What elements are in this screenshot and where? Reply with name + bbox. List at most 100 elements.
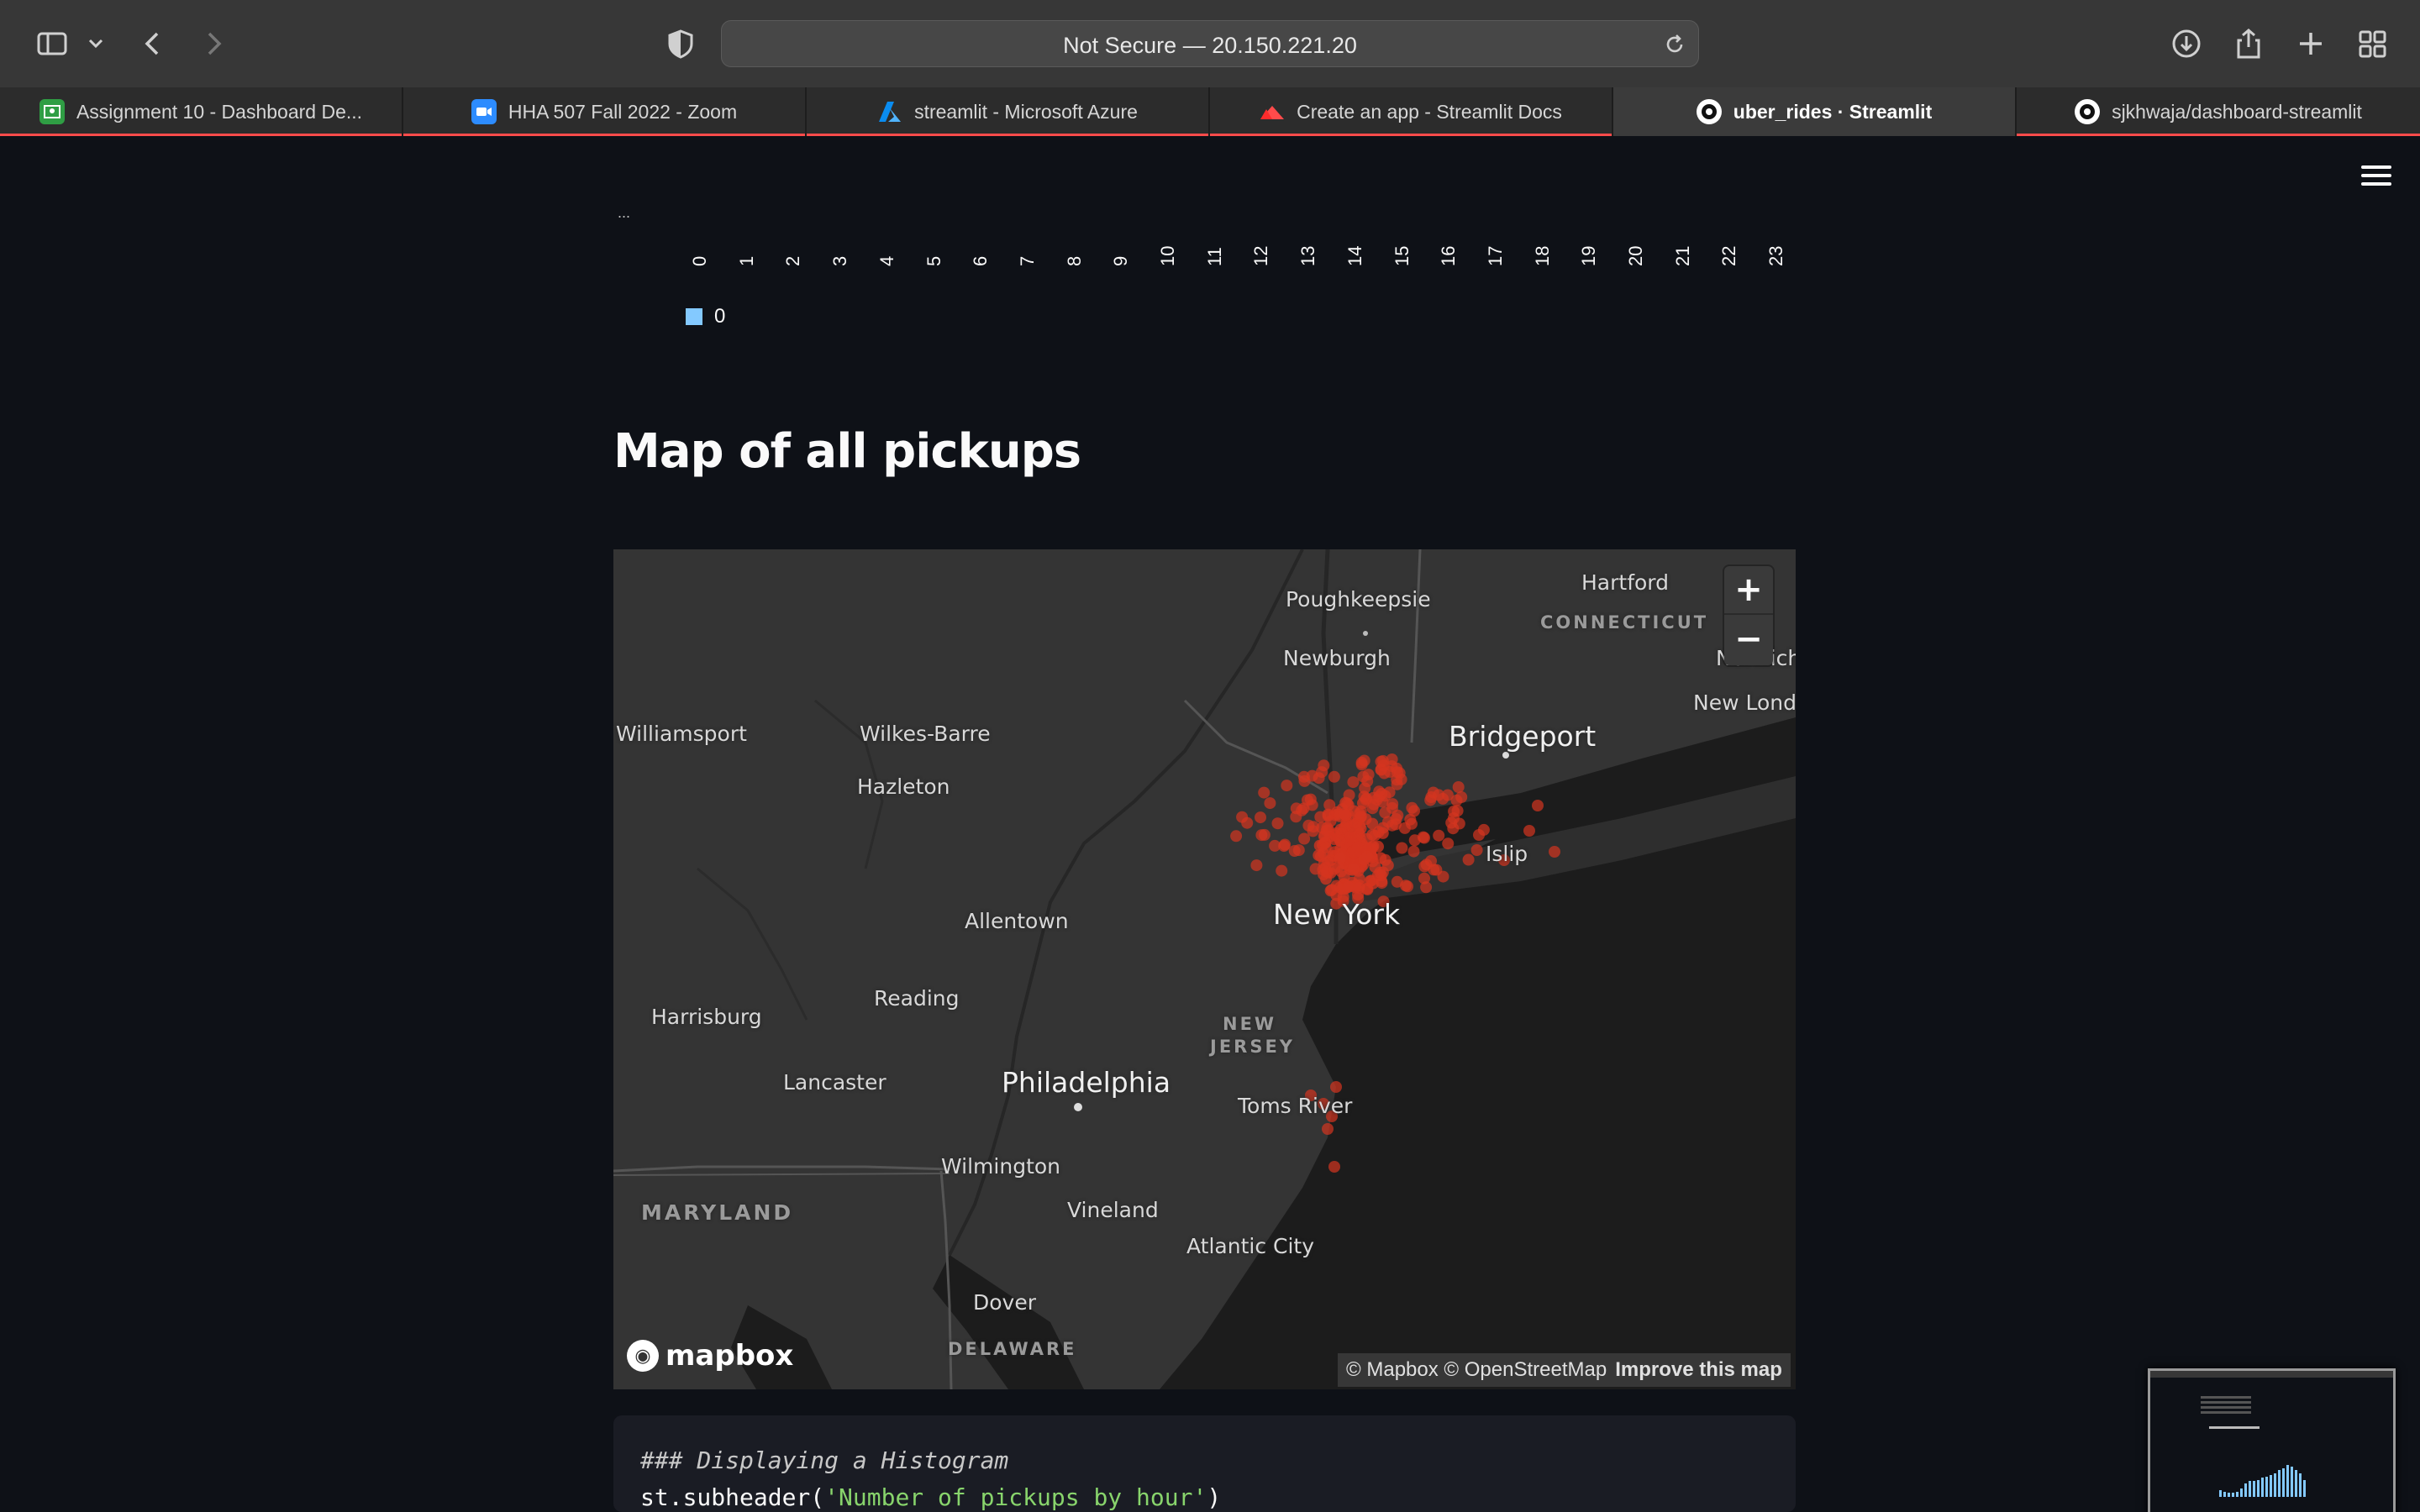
place-hazleton: Hazleton	[857, 774, 950, 799]
place-bridgeport: Bridgeport	[1449, 720, 1597, 753]
chart-legend: 0	[686, 305, 725, 328]
pickup-point	[1364, 875, 1376, 887]
mapbox-logo-icon: ◉	[627, 1340, 659, 1372]
pickup-point	[1367, 798, 1380, 811]
tab-assignment[interactable]: Assignment 10 - Dashboard De...	[0, 87, 403, 136]
pickup-points-layer	[1230, 753, 1560, 1173]
x-tick-label: 6	[970, 255, 992, 266]
pickup-point	[1281, 780, 1293, 792]
pickup-point	[1379, 853, 1392, 866]
pickup-point	[1328, 1161, 1340, 1173]
tab-streamlit-docs[interactable]: Create an app - Streamlit Docs	[1210, 87, 1613, 136]
pickup-point	[1395, 773, 1407, 785]
pickup-point	[1347, 776, 1360, 789]
reload-icon[interactable]	[1661, 31, 1688, 58]
place-williamsport: Williamsport	[616, 722, 747, 746]
place-vineland: Vineland	[1067, 1198, 1159, 1222]
downloads-icon[interactable]	[2168, 25, 2205, 62]
code-string: 'Number of pickups by hour'	[824, 1483, 1207, 1511]
x-tick-label: 17	[1484, 245, 1506, 266]
pickup-point	[1351, 841, 1364, 853]
place-allentown: Allentown	[965, 909, 1069, 933]
pickup-point	[1230, 830, 1243, 843]
x-tick-label: 19	[1578, 245, 1600, 266]
address-bar[interactable]: Not Secure — 20.150.221.20	[721, 20, 1699, 67]
x-tick-label: 2	[782, 255, 804, 266]
place-hartford: Hartford	[1581, 570, 1670, 595]
map-zoom-control: + −	[1724, 566, 1773, 665]
pickup-point	[1390, 813, 1402, 825]
pickup-point	[1298, 832, 1311, 845]
url-text: Not Secure — 20.150.221.20	[1063, 33, 1357, 58]
x-tick-label: 1	[735, 255, 757, 266]
place-poughkeepsie: Poughkeepsie	[1286, 587, 1431, 612]
pickup-point	[1338, 807, 1350, 820]
attribution-text[interactable]: © Mapbox © OpenStreetMap	[1346, 1358, 1607, 1382]
pickup-point	[1241, 816, 1254, 829]
pickup-point	[1290, 802, 1302, 815]
share-icon[interactable]	[2230, 25, 2267, 62]
pickup-point	[1361, 850, 1373, 863]
sidebar-toggle-icon[interactable]	[34, 25, 71, 62]
place-maryland: MARYLAND	[641, 1200, 794, 1225]
place-delaware: DELAWARE	[948, 1339, 1077, 1359]
privacy-shield-icon[interactable]	[662, 25, 699, 62]
new-tab-icon[interactable]	[2292, 25, 2329, 62]
pickup-point	[1353, 882, 1365, 894]
github-icon	[2075, 99, 2101, 124]
x-tick-label: 11	[1203, 247, 1225, 266]
pickup-point	[1307, 821, 1319, 833]
hamburger-menu-icon[interactable]	[2361, 165, 2391, 191]
mapbox-logo[interactable]: ◉ mapbox	[627, 1339, 793, 1373]
legend-label: 0	[714, 305, 726, 328]
chart-x-axis: 0 1 2 3 4 5 6 7 8 9 10 11 12 13 14 15 16 17 18 19 20 21 22 23	[672, 223, 1790, 273]
pickup-point	[1386, 753, 1398, 765]
pickup-point	[1549, 846, 1560, 858]
tab-overview-icon[interactable]	[2354, 25, 2391, 62]
x-tick-label: 20	[1625, 245, 1646, 266]
pickup-point	[1255, 811, 1266, 824]
place-wilmington: Wilmington	[941, 1154, 1061, 1179]
chart-cut-label: ...	[618, 204, 631, 221]
pickup-point	[1309, 863, 1322, 875]
pickup-point	[1396, 842, 1408, 854]
pickup-point	[1433, 829, 1445, 842]
pickup-point	[1330, 879, 1343, 892]
place-connecticut: CONNECTICUT	[1540, 612, 1709, 633]
tab-zoom[interactable]: HHA 507 Fall 2022 - Zoom	[403, 87, 807, 136]
place-atlantic-city: Atlantic City	[1186, 1234, 1315, 1258]
pickup-map[interactable]: Poughkeepsie Hartford CONNECTICUT Newbur…	[613, 549, 1796, 1389]
pickup-point	[1448, 812, 1460, 824]
place-reading: Reading	[874, 986, 960, 1011]
back-icon[interactable]	[134, 25, 171, 62]
pickup-point	[1343, 789, 1355, 801]
pickup-point	[1250, 859, 1263, 872]
place-philadelphia: Philadelphia	[1002, 1066, 1171, 1099]
pickup-point	[1420, 858, 1433, 871]
forward-icon[interactable]	[195, 25, 232, 62]
pickup-point	[1374, 866, 1386, 879]
zoom-out-button[interactable]: −	[1724, 615, 1773, 664]
zoom-in-button[interactable]: +	[1724, 566, 1773, 615]
pickup-point	[1523, 825, 1535, 837]
tab-uber-rides[interactable]: uber_rides · Streamlit	[1613, 87, 2017, 136]
pickup-point	[1292, 844, 1305, 857]
tab-label: uber_rides · Streamlit	[1733, 100, 1933, 123]
pickup-point	[1375, 755, 1387, 768]
place-islip: Islip	[1486, 842, 1528, 866]
pickup-point	[1373, 785, 1386, 798]
tab-github-repo[interactable]: sjkhwaja/dashboard-streamlit	[2017, 87, 2420, 136]
pickup-point	[1318, 848, 1330, 859]
pickup-point	[1386, 798, 1399, 811]
tab-azure[interactable]: streamlit - Microsoft Azure	[807, 87, 1210, 136]
classroom-icon	[39, 99, 65, 124]
pickup-point	[1264, 797, 1276, 810]
pickup-point	[1258, 786, 1270, 799]
place-toms-river: Toms River	[1238, 1094, 1353, 1118]
chevron-down-icon[interactable]	[77, 25, 114, 62]
window-thumbnail[interactable]	[2148, 1368, 2396, 1512]
x-tick-label: 18	[1531, 245, 1553, 266]
pickup-point	[1358, 754, 1370, 767]
x-tick-label: 14	[1344, 245, 1365, 266]
improve-map-link[interactable]: Improve this map	[1615, 1358, 1782, 1382]
